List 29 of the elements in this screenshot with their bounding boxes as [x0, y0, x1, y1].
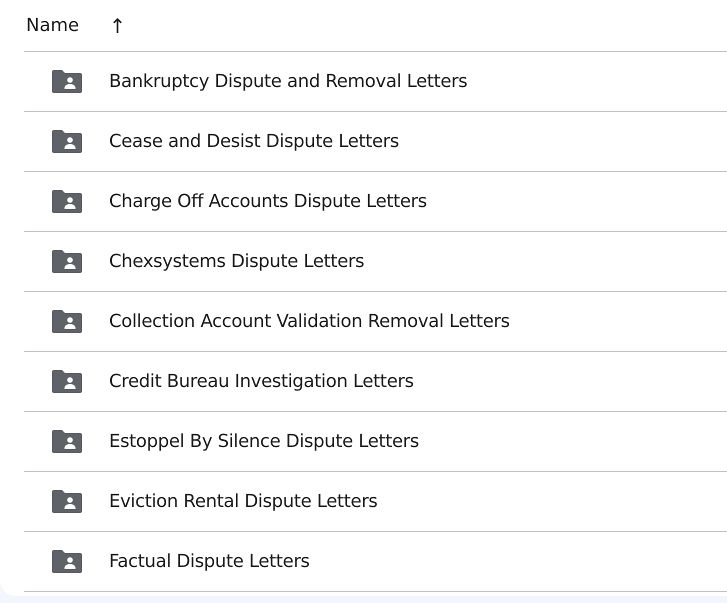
folder-name: Estoppel By Silence Dispute Letters — [109, 431, 419, 452]
column-header: Name — [26, 15, 80, 36]
folder-row[interactable]: Chexsystems Dispute Letters — [24, 232, 727, 292]
shared-folder-icon — [52, 490, 82, 513]
folder-row[interactable]: Eviction Rental Dispute Letters — [24, 472, 727, 532]
shared-folder-icon — [52, 250, 82, 273]
folder-row[interactable]: Charge Off Accounts Dispute Letters — [24, 172, 727, 232]
folder-row[interactable]: Cease and Desist Dispute Letters — [24, 112, 727, 172]
shared-folder-icon — [52, 370, 82, 393]
folder-name: Chexsystems Dispute Letters — [109, 251, 364, 272]
shared-folder-icon — [52, 430, 82, 453]
folder-name: Cease and Desist Dispute Letters — [109, 131, 399, 152]
folder-row[interactable]: Credit Bureau Investigation Letters — [24, 352, 727, 412]
folder-name: Credit Bureau Investigation Letters — [109, 371, 414, 392]
folder-name: Charge Off Accounts Dispute Letters — [109, 191, 427, 212]
folder-row[interactable]: Bankruptcy Dispute and Removal Letters — [24, 52, 727, 112]
folder-name: Eviction Rental Dispute Letters — [109, 491, 378, 512]
folder-row[interactable]: Collection Account Validation Removal Letters — [24, 292, 727, 352]
folder-name: Factual Dispute Letters — [109, 551, 310, 572]
shared-folder-icon — [52, 130, 82, 153]
folder-row[interactable]: Estoppel By Silence Dispute Letters — [24, 412, 727, 472]
shared-folder-icon — [52, 550, 82, 573]
shared-folder-icon — [52, 190, 82, 213]
folder-name: Bankruptcy Dispute and Removal Letters — [109, 71, 468, 92]
sort-button[interactable]: ↑ — [105, 14, 130, 38]
folder-row[interactable]: Factual Dispute Letters — [24, 532, 727, 592]
folder-name: Collection Account Validation Removal Letters — [109, 311, 510, 332]
shared-folder-icon — [52, 310, 82, 333]
shared-folder-icon — [52, 70, 82, 93]
